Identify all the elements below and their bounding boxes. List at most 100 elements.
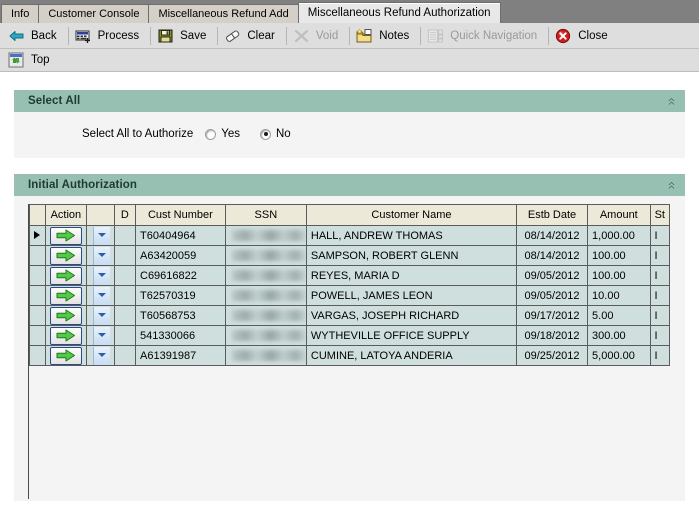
column-header-action[interactable]: Action — [45, 205, 86, 226]
toolbar-separator — [150, 27, 151, 45]
chevron-down-icon[interactable] — [93, 247, 110, 265]
green-arrow-go-icon[interactable] — [50, 347, 82, 365]
column-header-estb-date[interactable]: Estb Date — [517, 205, 588, 226]
cell-amount: 10.00 — [588, 286, 651, 306]
column-header-ssn[interactable]: SSN — [225, 205, 306, 226]
cell-estb-date: 08/14/2012 — [517, 246, 588, 266]
toolbar-button-back[interactable]: Back — [4, 25, 66, 47]
chevron-down-icon[interactable] — [93, 227, 110, 245]
chevron-down-icon[interactable] — [93, 267, 110, 285]
cell-customer-name: VARGAS, JOSEPH RICHARD — [306, 306, 516, 326]
chevron-down-icon[interactable] — [93, 287, 110, 305]
radio-no-label: No — [276, 128, 291, 140]
cell-amount: 5,000.00 — [588, 346, 651, 366]
radio-no-indicator[interactable] — [260, 129, 271, 140]
toolbar-button-notes[interactable]: Notes — [352, 25, 418, 47]
tab-miscellaneous-refund-authorization[interactable]: Miscellaneous Refund Authorization — [298, 2, 501, 23]
radio-option-yes[interactable]: Yes — [205, 128, 240, 140]
cell-cust-number: C69616822 — [136, 266, 226, 286]
select-all-panel-title: Select All — [28, 95, 666, 107]
green-arrow-go-icon[interactable] — [50, 307, 82, 325]
cell-estb-date: 09/17/2012 — [517, 306, 588, 326]
close-circle-icon — [555, 28, 572, 44]
cell-amount: 300.00 — [588, 326, 651, 346]
row-selector-cell[interactable] — [30, 286, 46, 306]
ssn-redacted-value — [232, 350, 306, 361]
column-header-dropdown — [86, 205, 114, 226]
green-arrow-go-icon[interactable] — [50, 247, 82, 265]
green-arrow-go-icon[interactable] — [50, 327, 82, 345]
row-action-cell — [45, 226, 86, 246]
chevron-down-icon[interactable] — [93, 347, 110, 365]
chevron-down-icon[interactable] — [93, 327, 110, 345]
table-row[interactable]: T62570319POWELL, JAMES LEON09/05/201210.… — [30, 286, 670, 306]
tab-info[interactable]: Info — [1, 4, 39, 23]
tab-customer-console[interactable]: Customer Console — [38, 4, 149, 23]
column-header-customer-name[interactable]: Customer Name — [306, 205, 516, 226]
green-arrow-go-icon[interactable] — [50, 267, 82, 285]
ssn-redacted-value — [232, 310, 306, 321]
toolbar-button-process[interactable]: Process — [71, 25, 149, 47]
table-row[interactable]: A63420059SAMPSON, ROBERT GLENN08/14/2012… — [30, 246, 670, 266]
select-all-panel-header: Select All — [14, 90, 685, 112]
row-selector-cell[interactable] — [30, 246, 46, 266]
save-floppy-icon — [157, 28, 174, 44]
cell-amount: 100.00 — [588, 246, 651, 266]
select-all-field-label: Select All to Authorize — [82, 128, 193, 140]
cell-customer-name: POWELL, JAMES LEON — [306, 286, 516, 306]
row-action-cell — [45, 326, 86, 346]
select-all-field-row: Select All to Authorize Yes No — [82, 128, 311, 140]
tab-bar: InfoCustomer ConsoleMiscellaneous Refund… — [0, 0, 699, 23]
row-selector-cell[interactable] — [30, 346, 46, 366]
column-header-st[interactable]: St — [650, 205, 669, 226]
toolbar-button-top[interactable]: Top — [4, 49, 59, 71]
page-content: Select All Select All to Authorize Yes — [0, 72, 699, 505]
radio-yes-indicator[interactable] — [205, 129, 216, 140]
table-row[interactable]: T60568753VARGAS, JOSEPH RICHARD09/17/201… — [30, 306, 670, 326]
table-row[interactable]: T60404964HALL, ANDREW THOMAS08/14/20121,… — [30, 226, 670, 246]
row-action-dropdown-cell — [86, 326, 114, 346]
toolbar-button-save[interactable]: Save — [153, 25, 215, 47]
void-x-icon — [293, 28, 310, 44]
column-header-d[interactable]: D — [114, 205, 135, 226]
cell-ssn — [225, 266, 306, 286]
row-selector-cell[interactable] — [30, 326, 46, 346]
cell-d — [114, 346, 135, 366]
green-arrow-go-icon[interactable] — [50, 287, 82, 305]
select-all-panel-body: Select All to Authorize Yes No — [14, 112, 685, 158]
cell-estb-date: 09/18/2012 — [517, 326, 588, 346]
table-row[interactable]: C69616822REYES, MARIA D09/05/2012100.00I — [30, 266, 670, 286]
table-row[interactable]: A61391987CUMINE, LATOYA ANDERIA09/25/201… — [30, 346, 670, 366]
toolbar-separator — [349, 27, 350, 45]
column-header-amount[interactable]: Amount — [588, 205, 651, 226]
toolbar-label-process: Process — [98, 30, 140, 42]
row-action-cell — [45, 306, 86, 326]
row-selector-cell[interactable] — [30, 306, 46, 326]
cell-d — [114, 226, 135, 246]
row-action-dropdown-cell — [86, 286, 114, 306]
row-action-dropdown-cell — [86, 266, 114, 286]
double-chevron-up-icon[interactable] — [666, 96, 677, 107]
cell-customer-name: REYES, MARIA D — [306, 266, 516, 286]
tab-miscellaneous-refund-add[interactable]: Miscellaneous Refund Add — [148, 4, 298, 23]
toolbar-button-close[interactable]: Close — [551, 25, 616, 47]
toolbar-label-top: Top — [31, 54, 50, 66]
cell-amount: 5.00 — [588, 306, 651, 326]
select-all-panel: Select All Select All to Authorize Yes — [14, 90, 685, 158]
column-header-cust-number[interactable]: Cust Number — [136, 205, 226, 226]
toolbar-button-clear[interactable]: Clear — [220, 25, 283, 47]
secondary-toolbar: Top — [0, 49, 699, 72]
cell-estb-date: 09/05/2012 — [517, 286, 588, 306]
top-refresh-icon — [8, 52, 25, 68]
double-chevron-up-icon[interactable] — [666, 180, 677, 191]
cell-ssn — [225, 286, 306, 306]
chevron-down-icon[interactable] — [93, 307, 110, 325]
green-arrow-go-icon[interactable] — [50, 227, 82, 245]
table-row[interactable]: 541330066WYTHEVILLE OFFICE SUPPLY09/18/2… — [30, 326, 670, 346]
toolbar-label-close: Close — [578, 30, 607, 42]
initial-authorization-panel-title: Initial Authorization — [28, 179, 666, 191]
radio-option-no[interactable]: No — [260, 128, 291, 140]
cell-ssn — [225, 246, 306, 266]
row-selector-cell[interactable] — [30, 266, 46, 286]
row-selector-cell[interactable] — [30, 226, 46, 246]
